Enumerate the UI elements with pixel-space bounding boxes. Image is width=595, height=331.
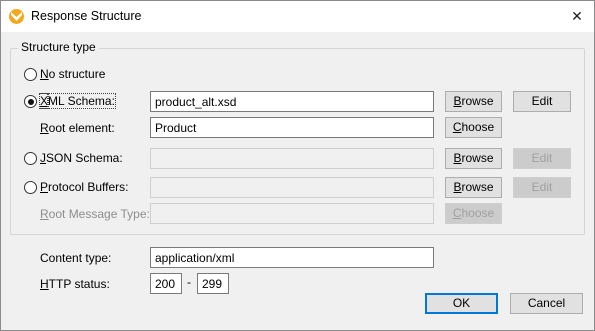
content-type-label: Content type: (40, 251, 112, 265)
protocol-buffers-browse-button[interactable]: Browse (445, 177, 502, 198)
protocol-buffers-edit-button: Edit (513, 177, 571, 198)
xml-schema-label[interactable]: XML Schema: (38, 93, 116, 109)
structure-type-label: Structure type (18, 40, 99, 54)
http-status-label: HTTP status: (40, 277, 110, 291)
root-message-type-input (150, 203, 434, 224)
close-icon[interactable]: ✕ (560, 1, 594, 32)
xml-schema-edit-button[interactable]: Edit (513, 91, 571, 112)
xml-schema-path-input[interactable]: product_alt.xsd (150, 91, 434, 112)
http-status-separator: - (187, 275, 191, 289)
mapforce-logo-icon (9, 9, 24, 24)
xml-schema-radio[interactable] (24, 95, 37, 108)
root-message-type-choose-button: Choose (445, 203, 502, 224)
json-schema-edit-button: Edit (513, 148, 571, 169)
root-message-type-label: Root Message Type: (40, 207, 150, 221)
title-bar: Response Structure ✕ (1, 1, 594, 32)
root-element-label: Root element: (40, 121, 115, 135)
http-status-from-input[interactable]: 200 (150, 273, 182, 294)
root-element-choose-button[interactable]: Choose (445, 117, 502, 138)
response-structure-dialog: Response Structure ✕ Structure type No s… (0, 0, 595, 331)
root-element-input[interactable]: Product (150, 117, 434, 138)
json-schema-label[interactable]: JSON Schema: (40, 151, 123, 165)
protocol-buffers-path-input[interactable] (150, 177, 434, 198)
no-structure-label[interactable]: No structure (40, 67, 105, 81)
window-title: Response Structure (31, 9, 142, 23)
no-structure-radio[interactable] (24, 68, 37, 81)
http-status-to-input[interactable]: 299 (197, 273, 229, 294)
protocol-buffers-radio[interactable] (24, 181, 37, 194)
protocol-buffers-label[interactable]: Protocol Buffers: (40, 180, 129, 194)
content-type-input[interactable]: application/xml (150, 247, 434, 268)
ok-button[interactable]: OK (425, 293, 498, 314)
json-schema-browse-button[interactable]: Browse (445, 148, 502, 169)
json-schema-path-input[interactable] (150, 148, 434, 169)
json-schema-radio[interactable] (24, 152, 37, 165)
xml-schema-browse-button[interactable]: Browse (445, 91, 502, 112)
cancel-button[interactable]: Cancel (510, 293, 583, 314)
